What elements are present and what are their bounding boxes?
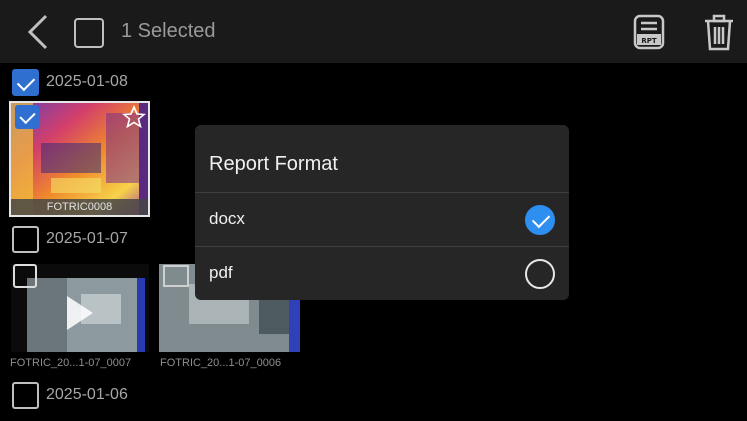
date-group-header: 2025-01-08 xyxy=(12,68,128,96)
date-group-label: 2025-01-08 xyxy=(46,73,128,90)
radio-checked-icon[interactable] xyxy=(525,205,555,235)
date-group-header: 2025-01-07 xyxy=(12,225,128,253)
selection-count: 1 Selected xyxy=(121,20,216,42)
format-option-docx[interactable]: docx xyxy=(195,193,569,245)
trash-icon[interactable] xyxy=(702,14,736,52)
thumbnail-checkbox[interactable] xyxy=(15,105,39,129)
date-group-label: 2025-01-07 xyxy=(46,230,128,247)
date-group-label: 2025-01-06 xyxy=(46,386,128,403)
report-icon[interactable]: RPT xyxy=(632,14,666,50)
option-label: docx xyxy=(209,209,245,228)
thumbnail-caption: FOTRIC0008 xyxy=(11,199,148,215)
gallery-thumbnail[interactable]: FOTRIC0008 xyxy=(9,101,150,217)
date-group-header: 2025-01-06 xyxy=(12,381,128,409)
radio-unchecked-icon[interactable] xyxy=(525,259,555,289)
thumbnail-caption: FOTRIC_20...1-07_0007 xyxy=(10,357,132,369)
date-group-checkbox[interactable] xyxy=(12,68,39,96)
select-all-checkbox[interactable] xyxy=(74,18,104,48)
report-format-dialog: Report Format docx pdf xyxy=(195,125,569,300)
date-group-checkbox[interactable] xyxy=(12,381,39,409)
thumbnail-checkbox[interactable] xyxy=(13,264,37,288)
thumbnail-caption: FOTRIC_20...1-07_0006 xyxy=(160,357,282,369)
date-group-checkbox[interactable] xyxy=(12,225,39,253)
option-label: pdf xyxy=(209,263,233,282)
dialog-title: Report Format xyxy=(209,153,338,175)
gallery-thumbnail[interactable] xyxy=(9,262,151,354)
format-option-pdf[interactable]: pdf xyxy=(195,247,569,299)
report-icon-text: RPT xyxy=(641,37,657,45)
star-icon[interactable] xyxy=(122,105,146,129)
top-bar: 1 Selected RPT xyxy=(0,0,747,63)
chevron-left-icon[interactable] xyxy=(22,12,58,52)
